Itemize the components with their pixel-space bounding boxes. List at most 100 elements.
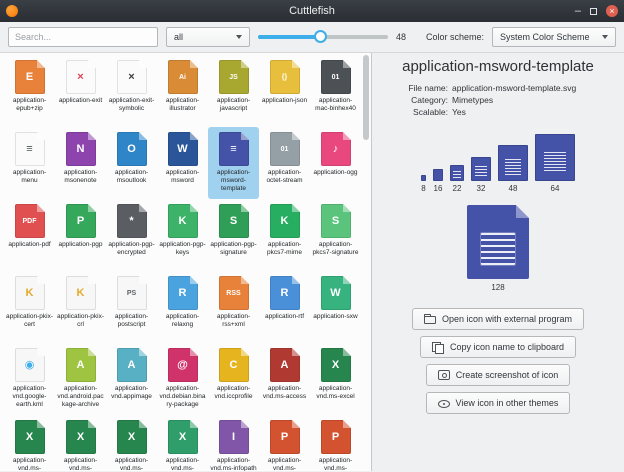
- file-type-icon: X: [15, 420, 45, 454]
- icon-cell[interactable]: Napplication-msonenote: [55, 127, 106, 199]
- color-scheme-dropdown[interactable]: System Color Scheme: [492, 27, 616, 47]
- file-type-icon: A: [270, 348, 300, 382]
- icon-label: application-relaxng: [159, 313, 206, 329]
- file-type-glyph: P: [332, 432, 339, 443]
- icon-cell[interactable]: @application-vnd.debian.binary-package: [157, 343, 208, 415]
- icon-cell[interactable]: Papplication-vnd.ms-powerpoint: [259, 415, 310, 471]
- icon-cell[interactable]: Aapplication-vnd.appimage: [106, 343, 157, 415]
- icon-cell[interactable]: ×application-exit-symbolic: [106, 55, 157, 127]
- icon-label: application-vnd.ms-powerpoint.a: [312, 457, 359, 471]
- icon-cell[interactable]: Xapplication-vnd.ms-excel: [310, 343, 361, 415]
- file-type-icon: X: [321, 348, 351, 382]
- search-input[interactable]: [8, 27, 158, 47]
- icon-cell[interactable]: Xapplication-vnd.ms-excel.sheet.m: [106, 415, 157, 471]
- icon-cell[interactable]: Papplication-vnd.ms-powerpoint.a: [310, 415, 361, 471]
- icon-label: application-pkix-crl: [57, 313, 104, 329]
- size-preview-icon: [471, 157, 491, 181]
- icon-cell[interactable]: {}application-json: [259, 55, 310, 127]
- icon-cell[interactable]: Wapplication-sxw: [310, 271, 361, 343]
- icon-cell[interactable]: Iapplication-vnd.ms-infopath: [208, 415, 259, 471]
- icon-cell[interactable]: ≡application-msword-template: [208, 127, 259, 199]
- copy-name-button[interactable]: Copy icon name to clipboard: [420, 336, 576, 358]
- size-preview-item: 16: [433, 169, 443, 193]
- scrollbar-thumb[interactable]: [363, 55, 369, 140]
- icon-cell[interactable]: 01application-octet-stream: [259, 127, 310, 199]
- maximize-icon[interactable]: [590, 8, 597, 15]
- icon-cell[interactable]: Xapplication-vnd.ms-excel.templat: [157, 415, 208, 471]
- icon-cell[interactable]: Papplication-pgp: [55, 199, 106, 271]
- icon-cell[interactable]: Sapplication-pkcs7-signature: [310, 199, 361, 271]
- button-label: Copy icon name to clipboard: [450, 342, 564, 352]
- file-type-icon: ◉: [15, 348, 45, 382]
- icon-cell[interactable]: Wapplication-msword: [157, 127, 208, 199]
- file-type-glyph: PDF: [23, 218, 37, 225]
- icon-cell[interactable]: Capplication-vnd.iccprofile: [208, 343, 259, 415]
- file-type-icon: X: [66, 420, 96, 454]
- icon-label: application-msoutlook: [108, 169, 155, 185]
- icon-cell[interactable]: Aapplication-vnd.ms-access: [259, 343, 310, 415]
- button-label: View icon in other themes: [456, 398, 559, 408]
- file-type-glyph: PS: [127, 290, 136, 297]
- icon-label: application-vnd.ms-excel.templat: [159, 457, 206, 471]
- icon-cell[interactable]: Aapplication-vnd.android.package-archive: [55, 343, 106, 415]
- icon-label: application-mac-binhex40: [312, 97, 359, 113]
- file-type-icon: R: [168, 276, 198, 310]
- file-type-glyph: C: [230, 360, 238, 371]
- icon-cell[interactable]: Kapplication-pkix-cert: [4, 271, 55, 343]
- toolbar: all 48 Color scheme: System Color Scheme: [0, 22, 624, 53]
- icon-cell[interactable]: ≡application-menu: [4, 127, 55, 199]
- screenshot-button[interactable]: Create screenshot of icon: [426, 364, 571, 386]
- icon-cell[interactable]: Rapplication-rtf: [259, 271, 310, 343]
- file-type-glyph: W: [177, 144, 187, 155]
- icon-cell[interactable]: ◉application-vnd.google-earth.kml: [4, 343, 55, 415]
- file-type-icon: P: [270, 420, 300, 454]
- icon-label: application-msonenote: [57, 169, 104, 185]
- icon-cell[interactable]: ♪application-ogg: [310, 127, 361, 199]
- icon-cell[interactable]: *application-pgp-encrypted: [106, 199, 157, 271]
- minimize-icon[interactable]: –: [575, 6, 581, 16]
- file-type-glyph: ≡: [26, 144, 32, 155]
- icon-cell[interactable]: Sapplication-pgp-signature: [208, 199, 259, 271]
- icon-cell[interactable]: PDFapplication-pdf: [4, 199, 55, 271]
- file-type-glyph: A: [128, 360, 136, 371]
- file-type-icon: R: [270, 276, 300, 310]
- file-type-icon: S: [219, 204, 249, 238]
- icon-label: application-vnd.ms-excel.sheet.m: [108, 457, 155, 471]
- category-dropdown[interactable]: all: [166, 27, 250, 47]
- file-type-icon: A: [117, 348, 147, 382]
- file-type-glyph: K: [26, 288, 34, 299]
- icon-cell[interactable]: Kapplication-pkix-crl: [55, 271, 106, 343]
- main-area: Eapplication-epub+zip×application-exit×a…: [0, 53, 624, 471]
- icon-cell[interactable]: 01application-mac-binhex40: [310, 55, 361, 127]
- file-type-icon: C: [219, 348, 249, 382]
- icon-cell[interactable]: Kapplication-pkcs7-mime: [259, 199, 310, 271]
- slider-handle[interactable]: [314, 30, 327, 43]
- icon-cell[interactable]: Aiapplication-illustrator: [157, 55, 208, 127]
- file-type-icon: K: [66, 276, 96, 310]
- icon-cell[interactable]: Xapplication-vnd.ms-excel.sheet.bi: [55, 415, 106, 471]
- open-external-button[interactable]: Open icon with external program: [412, 308, 584, 330]
- icon-cell[interactable]: Kapplication-pgp-keys: [157, 199, 208, 271]
- icon-cell[interactable]: Eapplication-epub+zip: [4, 55, 55, 127]
- icon-cell[interactable]: PS application-postscript: [106, 271, 157, 343]
- icon-cell[interactable]: Oapplication-msoutlook: [106, 127, 157, 199]
- icon-label: application-postscript: [108, 313, 155, 329]
- icon-cell[interactable]: RSSapplication-rss+xml: [208, 271, 259, 343]
- icon-size-slider[interactable]: [258, 27, 388, 47]
- icon-label: application-javascript: [210, 97, 257, 113]
- icon-cell[interactable]: ×application-exit: [55, 55, 106, 127]
- icon-label: application-vnd.debian.binary-package: [159, 385, 206, 409]
- file-type-glyph: ♪: [333, 144, 339, 155]
- file-type-icon: K: [270, 204, 300, 238]
- icon-cell[interactable]: Rapplication-relaxng: [157, 271, 208, 343]
- button-label: Open icon with external program: [442, 314, 572, 324]
- view-themes-button[interactable]: View icon in other themes: [426, 392, 571, 414]
- file-type-icon: X: [168, 420, 198, 454]
- icon-cell[interactable]: JSapplication-javascript: [208, 55, 259, 127]
- icon-grid-panel: Eapplication-epub+zip×application-exit×a…: [0, 53, 372, 471]
- grid-scrollbar[interactable]: [363, 55, 369, 469]
- icon-cell[interactable]: Xapplication-vnd.ms-excel.addin.m: [4, 415, 55, 471]
- file-type-glyph: R: [179, 288, 187, 299]
- close-icon[interactable]: ×: [606, 5, 618, 17]
- icon-label: application-vnd.ms-access: [261, 385, 308, 401]
